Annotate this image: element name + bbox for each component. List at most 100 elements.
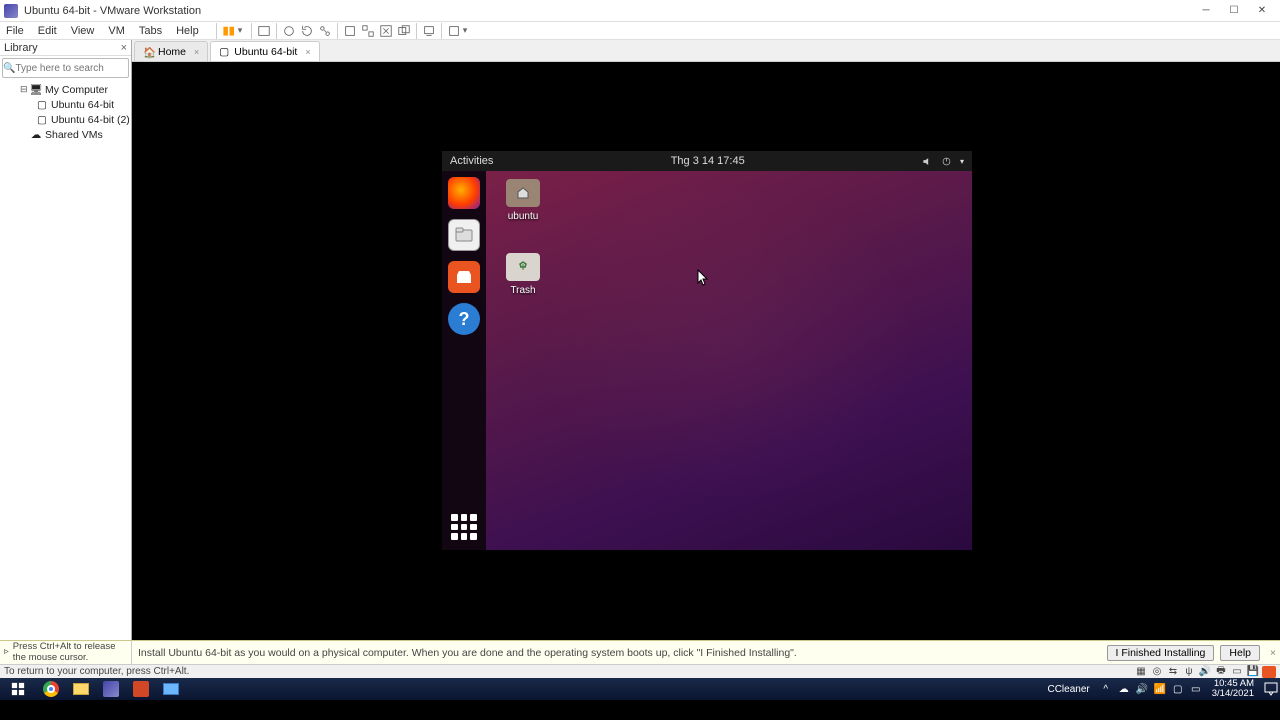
console-view-button[interactable] (420, 22, 438, 40)
system-tray[interactable]: ▾ (922, 156, 964, 167)
vm-tab-icon: ▢ (219, 46, 230, 57)
dock-help[interactable]: ? (448, 303, 480, 335)
status-text: To return to your computer, press Ctrl+A… (4, 666, 1132, 677)
dock-software[interactable] (448, 261, 480, 293)
library-header: Library × (0, 40, 131, 56)
library-close-button[interactable]: × (121, 42, 127, 54)
dock-show-apps[interactable] (451, 514, 477, 540)
view-single-button[interactable] (341, 22, 359, 40)
tab-home[interactable]: 🏠 Home × (134, 41, 208, 61)
help-button[interactable]: Help (1220, 645, 1260, 661)
tray-chevron-up-icon[interactable]: ^ (1098, 684, 1114, 695)
tray-volume-icon[interactable]: 🔊 (1134, 684, 1150, 695)
tray-ccleaner[interactable]: CCleaner (1041, 684, 1095, 695)
activities-button[interactable]: Activities (450, 155, 493, 167)
library-search[interactable]: 🔍 ▾ (2, 58, 129, 78)
pause-vm-button[interactable]: ▮▮ (220, 22, 238, 40)
separator (276, 23, 277, 39)
menu-vm[interactable]: VM (108, 25, 125, 37)
taskbar-chrome[interactable] (36, 678, 66, 700)
home-icon: 🏠 (143, 46, 154, 57)
tray-battery-icon[interactable]: ▭ (1188, 684, 1204, 695)
tray-network-icon[interactable]: 📶 (1152, 684, 1168, 695)
device-printer-icon[interactable]: 🖶 (1214, 666, 1228, 678)
device-display-icon[interactable]: ▭ (1230, 666, 1244, 678)
desktop-home-folder[interactable]: ubuntu (500, 179, 546, 222)
tab-close-button[interactable]: × (305, 47, 310, 57)
fullscreen-button[interactable] (377, 22, 395, 40)
view-multi-button[interactable] (359, 22, 377, 40)
device-sound-icon[interactable]: 🔊 (1198, 666, 1212, 678)
tray-ime-icon[interactable]: ▢ (1170, 684, 1186, 695)
trash-icon (506, 253, 540, 281)
search-icon: 🔍 (3, 63, 15, 74)
separator (441, 23, 442, 39)
desktop-trash[interactable]: Trash (500, 253, 546, 296)
power-icon (941, 156, 952, 167)
library-search-input[interactable] (15, 63, 147, 74)
menu-help[interactable]: Help (176, 25, 199, 37)
status-bar: To return to your computer, press Ctrl+A… (0, 664, 1280, 678)
dock-files[interactable] (448, 219, 480, 251)
icon-label: Trash (500, 285, 546, 296)
power-dropdown[interactable]: ▾ (238, 25, 248, 36)
message-log-icon[interactable] (1262, 666, 1276, 678)
action-center-button[interactable] (1262, 678, 1280, 700)
device-floppy-icon[interactable]: 💾 (1246, 666, 1260, 678)
hint-close-button[interactable]: × (1266, 647, 1280, 659)
shared-icon: ☁ (30, 129, 42, 141)
menu-edit[interactable]: Edit (38, 25, 57, 37)
hint-text: Press Ctrl+Alt to release the mouse curs… (13, 642, 127, 663)
stretch-dropdown[interactable]: ▾ (463, 25, 473, 36)
tab-strip: 🏠 Home × ▢ Ubuntu 64-bit × (132, 40, 1280, 62)
tray-onedrive-icon[interactable]: ☁ (1116, 684, 1132, 695)
vmware-app-icon (4, 4, 18, 18)
chevron-down-icon: ▾ (960, 157, 964, 166)
tree-vm-ubuntu-2[interactable]: ▢ Ubuntu 64-bit (2) (0, 112, 131, 127)
tree-vm-ubuntu[interactable]: ▢ Ubuntu 64-bit (0, 97, 131, 112)
taskbar-clock[interactable]: 10:45 AM 3/14/2021 (1206, 679, 1260, 700)
clock-label[interactable]: Thg 3 14 17:45 (493, 155, 922, 167)
vm-area: 🏠 Home × ▢ Ubuntu 64-bit × Activities Th… (132, 40, 1280, 640)
finished-installing-button[interactable]: I Finished Installing (1107, 645, 1215, 661)
unity-button[interactable] (395, 22, 413, 40)
device-net-icon[interactable]: ⇆ (1166, 666, 1180, 678)
stretch-button[interactable] (445, 22, 463, 40)
menu-bar: File Edit View VM Tabs Help ▮▮ ▾ ▾ (0, 22, 1280, 40)
mouse-hint: ▹ Press Ctrl+Alt to release the mouse cu… (0, 641, 132, 664)
guest-screen[interactable]: Activities Thg 3 14 17:45 ▾ (442, 151, 972, 550)
separator (251, 23, 252, 39)
snapshot-take-button[interactable] (280, 22, 298, 40)
menu-tabs[interactable]: Tabs (139, 25, 162, 37)
device-cd-icon[interactable]: ◎ (1150, 666, 1164, 678)
main-area: Library × 🔍 ▾ ⊟ 🖥 My Computer ▢ Ubuntu 6… (0, 40, 1280, 640)
minimize-button[interactable]: ─ (1192, 1, 1220, 21)
tab-close-button[interactable]: × (194, 47, 199, 57)
menu-file[interactable]: File (6, 25, 24, 37)
vm-icon: ▢ (36, 114, 48, 126)
gnome-topbar: Activities Thg 3 14 17:45 ▾ (442, 151, 972, 171)
library-panel: Library × 🔍 ▾ ⊟ 🖥 My Computer ▢ Ubuntu 6… (0, 40, 132, 640)
snapshot-manager-button[interactable] (316, 22, 334, 40)
taskbar-vmware[interactable] (96, 678, 126, 700)
tree-shared-vms[interactable]: ☁ Shared VMs (0, 127, 131, 142)
device-hdd-icon[interactable]: ▦ (1134, 666, 1148, 678)
send-ctrlaltdel-button[interactable] (255, 22, 273, 40)
start-button[interactable] (0, 678, 36, 700)
taskbar-app-blue[interactable] (156, 678, 186, 700)
menu-view[interactable]: View (71, 25, 95, 37)
vm-console[interactable]: Activities Thg 3 14 17:45 ▾ (132, 62, 1280, 640)
tree-my-computer[interactable]: ⊟ 🖥 My Computer (0, 82, 131, 97)
close-button[interactable]: ✕ (1248, 1, 1276, 21)
device-usb-icon[interactable]: ψ (1182, 666, 1196, 678)
vm-icon: ▢ (36, 99, 48, 111)
info-icon: ▹ (4, 647, 9, 657)
snapshot-revert-button[interactable] (298, 22, 316, 40)
maximize-button[interactable]: ☐ (1220, 1, 1248, 21)
ubuntu-desktop[interactable]: ubuntu Trash (486, 171, 972, 550)
taskbar-app-red[interactable] (126, 678, 156, 700)
tab-ubuntu[interactable]: ▢ Ubuntu 64-bit × (210, 41, 319, 61)
tree-label: My Computer (45, 84, 108, 96)
dock-firefox[interactable] (448, 177, 480, 209)
taskbar-explorer[interactable] (66, 678, 96, 700)
